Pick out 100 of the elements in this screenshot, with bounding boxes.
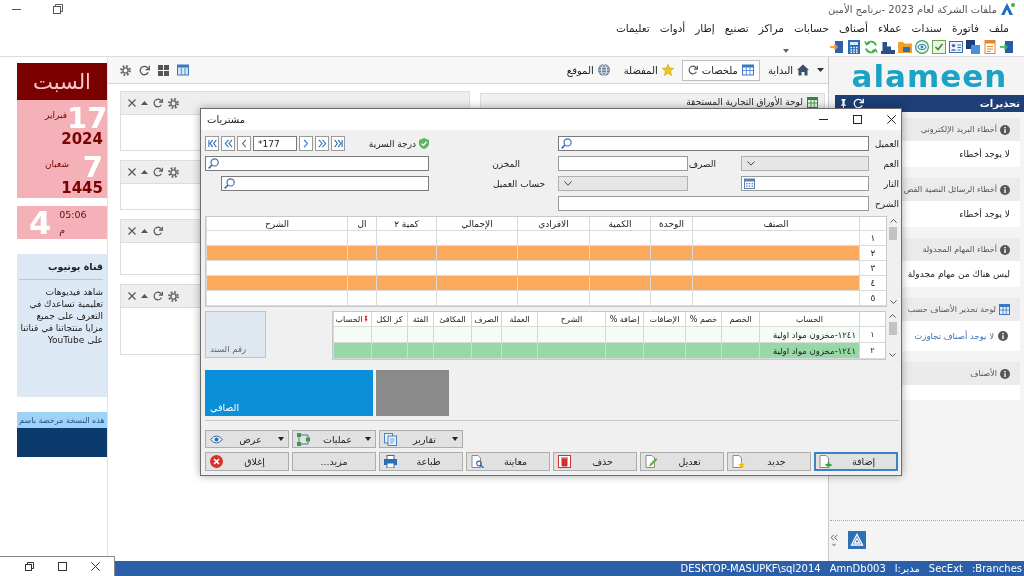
table-icon[interactable] xyxy=(177,64,189,76)
operations-button[interactable]: عمليات xyxy=(292,430,376,448)
menu-item[interactable]: حسابات xyxy=(793,21,829,34)
checklist-icon[interactable] xyxy=(932,39,946,54)
close-icon[interactable] xyxy=(128,168,136,176)
close-icon[interactable] xyxy=(887,115,896,124)
caret-up-icon[interactable] xyxy=(141,294,148,298)
record-nav-button[interactable] xyxy=(299,136,313,151)
door-arrow-icon[interactable] xyxy=(1000,39,1014,54)
caret-up-icon[interactable] xyxy=(141,170,148,174)
menu-item[interactable]: سندات xyxy=(911,21,942,34)
tab[interactable]: البداية xyxy=(762,59,815,81)
menu-item[interactable]: ملف xyxy=(989,21,1009,34)
folder-icon[interactable] xyxy=(898,39,912,54)
caret-icon[interactable] xyxy=(817,68,824,72)
restore-icon[interactable] xyxy=(53,4,63,14)
menu-item[interactable]: عملاء xyxy=(878,21,902,34)
delete-button[interactable]: حذف xyxy=(553,452,637,471)
close-icon[interactable] xyxy=(128,292,136,300)
preview-button[interactable]: معاينة xyxy=(466,452,550,471)
menu-item[interactable]: إطار xyxy=(695,21,715,34)
record-nav-button[interactable] xyxy=(331,136,345,151)
door-arrow-icon[interactable] xyxy=(830,39,844,54)
chevron-down-icon[interactable] xyxy=(889,300,897,304)
menu-item[interactable]: أدوات xyxy=(659,21,686,34)
menu-item[interactable]: تعليمات xyxy=(615,21,650,34)
refresh-icon[interactable] xyxy=(153,167,163,177)
menu-item[interactable]: مراكز xyxy=(758,21,784,34)
refresh-icon[interactable] xyxy=(153,291,163,301)
search-icon[interactable] xyxy=(561,138,572,149)
stairs-icon[interactable] xyxy=(881,39,895,54)
refresh-icon[interactable] xyxy=(153,226,163,236)
table-icon xyxy=(742,64,754,76)
dropdown-field[interactable] xyxy=(741,156,869,171)
text-field[interactable] xyxy=(558,196,869,211)
record-nav-button[interactable] xyxy=(237,136,251,151)
menu-item[interactable]: فاتورة xyxy=(951,21,979,34)
table-row[interactable]: ٤ xyxy=(206,276,886,291)
table-row[interactable]: ٥ xyxy=(206,291,886,306)
print-button[interactable]: طباعة xyxy=(379,452,463,471)
settings-icon[interactable] xyxy=(120,64,131,76)
tab[interactable]: ملخصات xyxy=(681,59,760,81)
maximize-icon[interactable] xyxy=(58,562,67,571)
caret-up-icon[interactable] xyxy=(141,229,148,233)
search-icon[interactable] xyxy=(224,178,235,189)
table-row[interactable]: ٢ xyxy=(206,246,886,261)
search-field[interactable] xyxy=(205,156,429,171)
caret-icon[interactable] xyxy=(783,49,789,53)
chevron-up-icon[interactable] xyxy=(889,314,896,318)
close-icon[interactable] xyxy=(128,227,136,235)
chevron-down-icon[interactable] xyxy=(889,353,896,357)
dropdown-field[interactable] xyxy=(558,176,688,191)
reports-button[interactable]: تقارير xyxy=(379,430,463,448)
caret-up-icon[interactable] xyxy=(141,101,148,105)
calculator-icon[interactable] xyxy=(847,39,861,54)
app-logo-icon[interactable] xyxy=(848,531,866,549)
settings-icon[interactable] xyxy=(168,166,179,178)
text-field[interactable] xyxy=(558,156,688,171)
refresh-icon[interactable] xyxy=(153,98,163,108)
scrollbar-thumb[interactable] xyxy=(889,227,897,240)
more-button[interactable]: مزيد... xyxy=(292,452,376,471)
restore-icon[interactable] xyxy=(25,562,34,571)
record-nav-button[interactable] xyxy=(205,136,219,151)
record-number-field[interactable]: *177 xyxy=(253,136,297,151)
tab[interactable]: الموقع xyxy=(560,59,616,81)
double-chevron-icon[interactable] xyxy=(830,533,838,547)
grid-icon[interactable] xyxy=(158,64,169,76)
maximize-icon[interactable] xyxy=(853,115,862,124)
pages-icon[interactable] xyxy=(966,39,980,54)
card-link[interactable]: لا يوجد أصناف تجاوزت xyxy=(914,331,994,341)
minimize-icon[interactable] xyxy=(12,8,21,10)
search-field[interactable] xyxy=(558,136,869,151)
view-button[interactable]: عرض xyxy=(205,430,289,448)
pin-icon[interactable] xyxy=(839,98,848,109)
edit-button[interactable]: تعديل xyxy=(640,452,724,471)
contact-card-icon[interactable] xyxy=(949,39,963,54)
close-button[interactable]: إغلاق xyxy=(205,452,289,471)
table-row[interactable]: ٢ ١٢٤١-مخزون مواد اولية xyxy=(333,343,885,359)
table-row[interactable]: ١ ١٢٤١-مخزون مواد اولية xyxy=(333,327,885,343)
record-nav-button[interactable] xyxy=(315,136,329,151)
settings-icon[interactable] xyxy=(168,97,179,109)
menu-item[interactable]: أصناف xyxy=(838,21,869,34)
close-icon[interactable] xyxy=(91,562,100,571)
eye-icon[interactable] xyxy=(915,39,929,54)
refresh-icon[interactable] xyxy=(139,64,150,76)
add-button[interactable]: إضافة xyxy=(814,452,898,471)
record-nav-button[interactable] xyxy=(221,136,235,151)
date-field[interactable] xyxy=(741,176,869,191)
close-icon[interactable] xyxy=(128,99,136,107)
app-logo-icon xyxy=(1001,2,1015,16)
calendar-icon[interactable] xyxy=(744,178,755,189)
settings-icon[interactable] xyxy=(168,290,179,302)
new-button[interactable]: جديد xyxy=(727,452,811,471)
scrollbar-thumb[interactable] xyxy=(888,322,897,335)
menu-item[interactable]: تصنيع xyxy=(724,21,749,34)
search-field[interactable] xyxy=(221,176,429,191)
refresh-icon[interactable] xyxy=(687,65,698,75)
tab[interactable]: المفضلة xyxy=(617,59,680,81)
chevron-up-icon[interactable] xyxy=(889,219,897,223)
search-icon[interactable] xyxy=(208,158,219,169)
